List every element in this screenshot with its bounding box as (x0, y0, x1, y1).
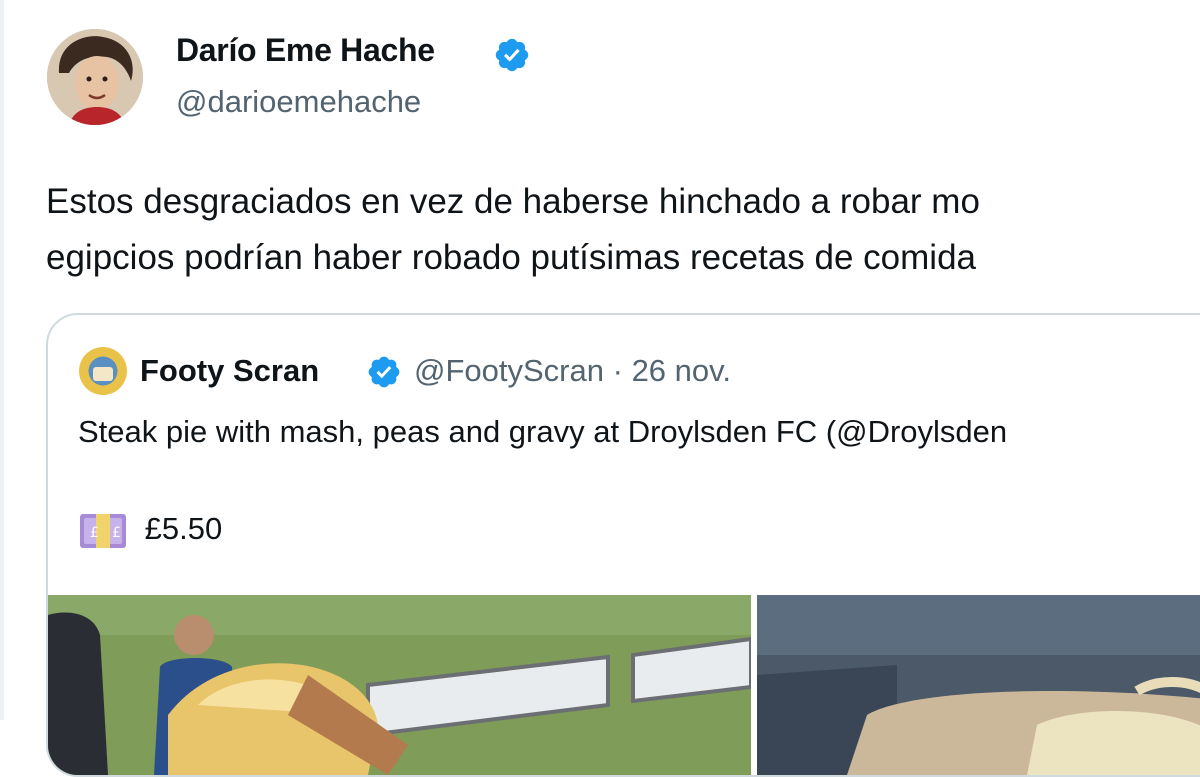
media-photo-right[interactable] (757, 595, 1200, 775)
quoted-author-display-name: Footy Scran (140, 353, 320, 388)
author-avatar[interactable] (47, 29, 143, 125)
quoted-tweet-card[interactable]: Footy Scran @FootyScran · 26 nov. Steak … (46, 313, 1200, 777)
quoted-author-avatar (79, 347, 127, 395)
tweet-body: Estos desgraciados en vez de haberse hin… (46, 174, 1200, 286)
price-line: £ £ £5.50 (78, 506, 222, 552)
tweet-text-line: Estos desgraciados en vez de haberse hin… (46, 182, 980, 221)
media-photo-left[interactable] (48, 595, 751, 775)
timeline-divider (0, 0, 4, 720)
verified-badge-icon (495, 38, 529, 72)
quoted-tweet-date: 26 nov. (631, 353, 731, 388)
quoted-tweet-text: Steak pie with mash, peas and gravy at D… (78, 414, 1008, 449)
svg-text:£: £ (112, 525, 121, 541)
verified-badge-icon (368, 356, 400, 388)
author-display-name[interactable]: Darío Eme Hache (176, 32, 435, 69)
quoted-author-meta: @FootyScran · 26 nov. (414, 353, 731, 389)
author-handle[interactable]: @darioemehache (176, 84, 421, 120)
meta-separator: · (612, 353, 623, 388)
quoted-author-handle: @FootyScran (414, 353, 604, 388)
price-text: £5.50 (144, 511, 223, 546)
svg-text:£: £ (90, 525, 99, 541)
tweet-text-line: egipcios podrían haber robado putísimas … (46, 238, 976, 277)
money-with-pound-icon: £ £ (80, 513, 126, 548)
